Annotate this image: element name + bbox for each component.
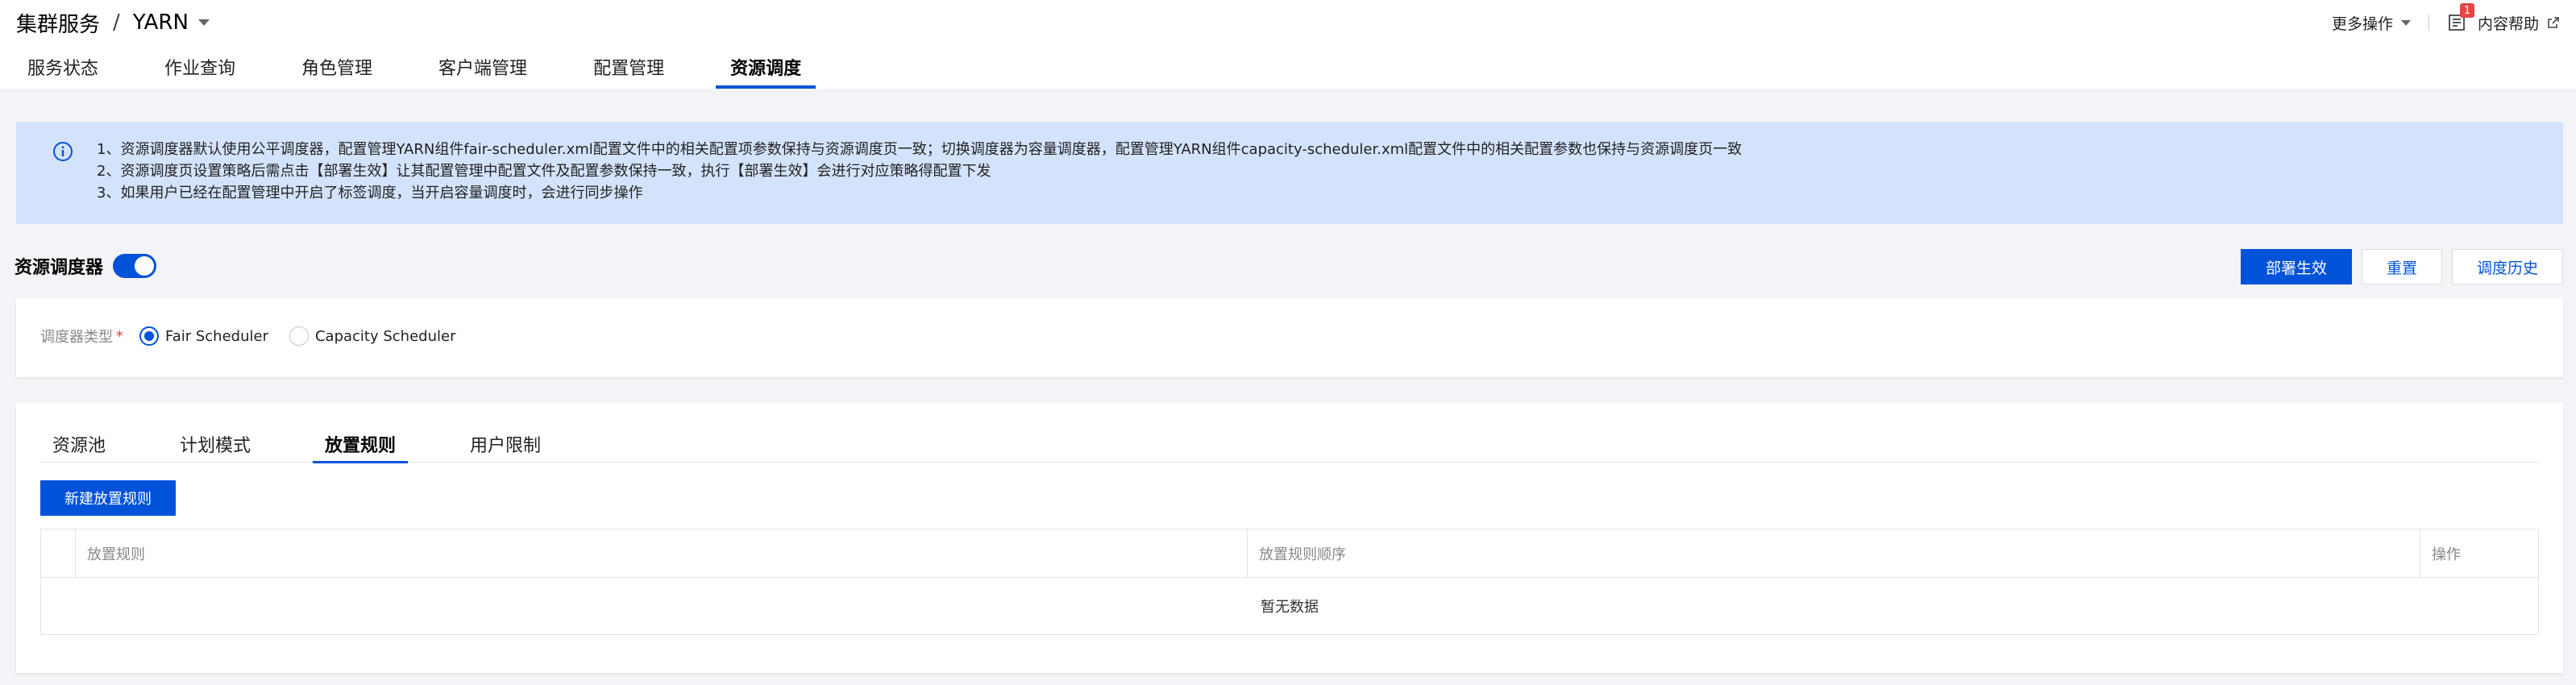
radio-capacity-scheduler[interactable]: Capacity Scheduler [289, 326, 456, 346]
radio-fair-scheduler[interactable]: Fair Scheduler [139, 326, 268, 346]
more-actions-dropdown[interactable]: 更多操作 [2332, 12, 2411, 34]
external-link-icon [2548, 17, 2559, 28]
info-icon [53, 142, 73, 161]
scheduler-type-card: 调度器类型 * Fair Scheduler Capacity Schedule… [16, 298, 2563, 377]
radio-label: Fair Scheduler [165, 327, 268, 345]
column-header: 放置规则 [75, 529, 1247, 577]
scheduler-title: 资源调度器 [15, 258, 104, 278]
field-label: 调度器类型 [40, 329, 113, 346]
column-header: 放置规则顺序 [1247, 529, 2420, 577]
more-actions-label: 更多操作 [2331, 15, 2393, 33]
reset-button[interactable]: 重置 [2361, 249, 2442, 284]
breadcrumb: 集群服务 / YARN [16, 8, 210, 37]
top-bar: 集群服务 / YARN 更多操作 1 内容帮助 服务状态 作业查询 角色管理 客… [0, 0, 2576, 89]
rules-subtabs: 资源池 计划模式 放置规则 用户限制 [40, 426, 2539, 463]
main-tabs: 服务状态 作业查询 角色管理 客户端管理 配置管理 资源调度 [0, 56, 841, 89]
tab-resource-scheduling[interactable]: 资源调度 [716, 56, 816, 89]
scheduler-actions: 部署生效 重置 调度历史 [2231, 249, 2563, 284]
empty-state: 暂无数据 [1261, 599, 1319, 616]
scheduler-header: 资源调度器 [15, 250, 157, 282]
radio-circle[interactable] [139, 326, 159, 346]
subtab-placement-rules[interactable]: 放置规则 [313, 426, 409, 463]
scheduler-toggle[interactable] [113, 254, 157, 278]
tab-client-management[interactable]: 客户端管理 [424, 56, 542, 89]
placement-rules-table: 放置规则 放置规则顺序 操作 暂无数据 [40, 529, 2539, 635]
required-mark: * [116, 327, 123, 345]
subtab-resource-pool[interactable]: 资源池 [40, 426, 118, 463]
radio-label: Capacity Scheduler [314, 327, 456, 345]
subtab-plan-mode[interactable]: 计划模式 [168, 426, 263, 463]
notice-line: 3、如果用户已经在配置管理中开启了标签调度，当开启容量调度时，会进行同步操作 [97, 185, 643, 201]
tab-role-management[interactable]: 角色管理 [287, 56, 387, 89]
scheduler-type-field: 调度器类型 * Fair Scheduler Capacity Schedule… [40, 326, 476, 347]
chevron-down-icon [2400, 19, 2411, 26]
top-actions: 更多操作 1 内容帮助 [2332, 3, 2560, 35]
notification-badge: 1 [2459, 3, 2474, 18]
table-header: 放置规则 放置规则顺序 操作 [41, 529, 2538, 578]
chevron-down-icon[interactable] [197, 19, 210, 26]
breadcrumb-separator: / [113, 10, 120, 35]
column-header: 操作 [2420, 529, 2538, 577]
toggle-knob [135, 256, 155, 276]
subtab-user-limits[interactable]: 用户限制 [458, 426, 553, 463]
breadcrumb-current[interactable]: YARN [133, 10, 189, 35]
tab-config-management[interactable]: 配置管理 [579, 56, 679, 89]
history-button[interactable]: 调度历史 [2451, 249, 2563, 284]
tab-job-query[interactable]: 作业查询 [150, 56, 250, 89]
new-placement-rule-button[interactable]: 新建放置规则 [40, 480, 176, 516]
content-help-label: 内容帮助 [2477, 15, 2539, 33]
info-notice: 1、资源调度器默认使用公平调度器，配置管理YARN组件fair-schedule… [16, 122, 2563, 224]
radio-circle[interactable] [289, 326, 309, 346]
rules-card: 资源池 计划模式 放置规则 用户限制 新建放置规则 放置规则 放置规则顺序 操作… [16, 403, 2563, 673]
content-help-link[interactable]: 内容帮助 [2478, 12, 2560, 34]
notice-line: 2、资源调度页设置策略后需点击【部署生效】让其配置管理中配置文件及配置参数保持一… [97, 163, 991, 180]
tab-service-status[interactable]: 服务状态 [13, 56, 113, 89]
notice-line: 1、资源调度器默认使用公平调度器，配置管理YARN组件fair-schedule… [97, 141, 1743, 158]
breadcrumb-parent[interactable]: 集群服务 [16, 8, 100, 38]
notification-button[interactable]: 1 [2447, 3, 2474, 32]
table-select-column [41, 529, 75, 577]
deploy-button[interactable]: 部署生效 [2240, 249, 2352, 284]
